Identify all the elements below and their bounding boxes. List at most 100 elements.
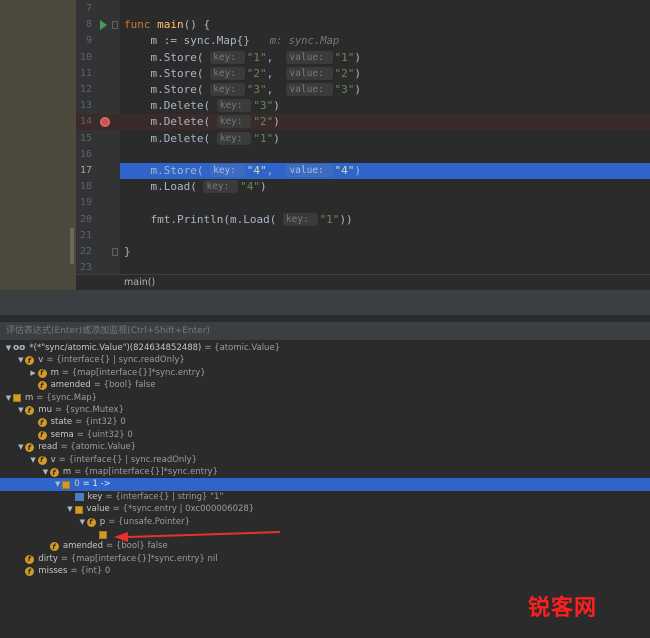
code-text: m.Store( key: "3", value: "3") xyxy=(124,82,361,98)
variable-row[interactable]: misses= {int} 0 xyxy=(0,565,650,579)
line-number[interactable]: 19 xyxy=(76,195,92,211)
param-hint: value: xyxy=(286,66,333,80)
code-line[interactable]: 18 m.Load( key: "4") xyxy=(76,179,650,195)
code-line[interactable]: 19 xyxy=(76,195,650,211)
variable-row[interactable]: ▼ read= {atomic.Value} xyxy=(0,441,650,455)
code-token: "2" xyxy=(246,66,267,80)
variable-row[interactable]: key = {interface{} | string} "1" xyxy=(0,491,650,504)
scrollbar-thumb[interactable] xyxy=(70,228,74,264)
line-number[interactable]: 8 xyxy=(76,17,92,33)
variable-value: = {int32} 0 xyxy=(75,417,126,428)
line-number[interactable]: 16 xyxy=(76,147,92,163)
variable-row[interactable]: ▼ p= {unsafe.Pointer} xyxy=(0,516,650,529)
variable-row[interactable]: ▼ m= {map[interface{}]*sync.entry} xyxy=(0,466,650,480)
line-number[interactable]: 7 xyxy=(76,1,92,17)
chevron-down-icon[interactable]: ▼ xyxy=(78,516,87,529)
variable-row[interactable]: ▶ m= {map[interface{}]*sync.entry} xyxy=(0,367,650,380)
code-text: fmt.Println(m.Load( key: "1")) xyxy=(124,212,353,228)
variable-value: = {*sync.entry | 0xc000006028} xyxy=(112,504,255,515)
variable-name: read xyxy=(38,442,58,453)
breakpoint-icon[interactable] xyxy=(100,117,110,128)
variable-value: = 1 -> xyxy=(82,479,111,490)
chevron-down-icon[interactable]: ▼ xyxy=(29,454,38,467)
field-icon xyxy=(37,417,47,430)
line-number[interactable]: 20 xyxy=(76,212,92,228)
line-number[interactable]: 10 xyxy=(76,50,92,66)
code-text: } xyxy=(124,244,131,260)
code-line[interactable]: 14 m.Delete( key: "2") xyxy=(76,114,650,131)
field-icon xyxy=(25,405,35,418)
line-number[interactable]: 18 xyxy=(76,179,92,195)
chevron-down-icon[interactable]: ▼ xyxy=(4,392,13,405)
code-line[interactable]: 21 xyxy=(76,228,650,244)
variable-row[interactable]: ▼ mu= {sync.Mutex} xyxy=(0,404,650,418)
run-icon[interactable] xyxy=(100,20,107,31)
code-token: ) xyxy=(354,50,361,64)
field-icon xyxy=(37,380,47,393)
variable-row[interactable]: ▼ oo *(*"sync/atomic.Value")(824634852488)… xyxy=(0,342,650,355)
variable-value: = {map[interface{}]*sync.entry} nil xyxy=(60,553,218,564)
field-icon xyxy=(25,355,35,368)
variable-name: m xyxy=(50,367,59,378)
line-number[interactable]: 12 xyxy=(76,82,92,98)
code-line[interactable]: 10 m.Store( key: "1", value: "1") xyxy=(76,50,650,66)
line-number[interactable]: 21 xyxy=(76,228,92,244)
variable-row[interactable]: dirty= {map[interface{}]*sync.entry} nil xyxy=(0,553,650,566)
chevron-down-icon[interactable]: ▼ xyxy=(41,466,50,479)
variable-row[interactable]: state= {int32} 0 xyxy=(0,416,650,430)
list-icon xyxy=(74,505,83,514)
code-token: "4" xyxy=(334,164,355,177)
code-text: m.Delete( key: "2") xyxy=(124,114,280,130)
line-number[interactable]: 15 xyxy=(76,131,92,147)
chevron-down-icon[interactable]: ▼ xyxy=(16,404,25,417)
field-icon xyxy=(25,442,35,455)
variable-value: = {interface{} | sync.readOnly} xyxy=(58,454,198,465)
variable-value: = {bool} false xyxy=(93,380,156,391)
chevron-down-icon[interactable]: ▼ xyxy=(16,441,25,454)
code-line[interactable]: 11 m.Store( key: "2", value: "2") xyxy=(76,66,650,82)
variable-value: = {interface{} | sync.readOnly} xyxy=(46,355,185,366)
chevron-down-icon[interactable]: ▼ xyxy=(4,342,13,355)
code-token: ) xyxy=(354,66,361,80)
code-line[interactable]: 8 func main() { xyxy=(76,17,650,33)
line-number[interactable]: 9 xyxy=(76,33,92,49)
code-line[interactable]: 22} xyxy=(76,244,650,260)
variable-row[interactable]: sema= {uint32} 0 xyxy=(0,429,650,442)
code-line[interactable]: 17 m.Store( key: "4", value: "4") xyxy=(76,163,650,179)
variable-row[interactable]: amended= {bool} false xyxy=(0,379,650,393)
line-number[interactable]: 14 xyxy=(76,114,92,130)
variable-name: m xyxy=(62,467,72,477)
code-line[interactable]: 12 m.Store( key: "3", value: "3") xyxy=(76,82,650,98)
code-editor[interactable]: 7 8 func main() {9 m := sync.Map{} m: sync… xyxy=(0,0,650,290)
variable-row[interactable]: ▼ value = {*sync.entry | 0xc000006028} xyxy=(0,503,650,516)
fold-icon[interactable] xyxy=(112,21,118,30)
code-line[interactable]: 9 m := sync.Map{} m: sync.Map xyxy=(76,33,650,49)
breadcrumb-function[interactable]: main() xyxy=(124,275,155,290)
line-number[interactable]: 22 xyxy=(76,244,92,260)
line-number[interactable]: 17 xyxy=(76,163,92,179)
variable-row[interactable]: amended= {bool} false xyxy=(0,540,650,554)
chevron-down-icon[interactable]: ▼ xyxy=(16,354,25,367)
code-line[interactable]: 16 xyxy=(76,147,650,163)
line-number[interactable]: 13 xyxy=(76,98,92,114)
variable-name: v xyxy=(50,454,56,465)
evaluate-expression-input[interactable]: 评估表达式(Enter)或添加监视(Ctrl+Shift+Enter) xyxy=(0,322,650,340)
breadcrumb[interactable]: main() xyxy=(76,274,650,290)
variable-row[interactable]: ▼ 0 = 1 -> xyxy=(0,478,650,492)
code-token: , xyxy=(266,83,287,96)
chevron-right-icon[interactable]: ▶ xyxy=(29,367,38,380)
code-line[interactable]: 7 xyxy=(76,1,650,17)
param-hint: key: xyxy=(210,164,245,177)
fold-icon[interactable] xyxy=(112,248,118,256)
variable-row[interactable]: ▼ v= {interface{} | sync.readOnly} xyxy=(0,354,650,368)
code-line[interactable]: 13 m.Delete( key: "3") xyxy=(76,98,650,114)
chevron-down-icon[interactable]: ▼ xyxy=(53,478,62,491)
code-line[interactable]: 15 m.Delete( key: "1") xyxy=(76,131,650,147)
variable-row[interactable]: ▼ m = {sync.Map} xyxy=(0,392,650,405)
chevron-down-icon[interactable]: ▼ xyxy=(66,503,75,516)
variable-row[interactable] xyxy=(0,528,650,541)
code-text: m.Delete( key: "1") xyxy=(124,131,280,147)
variable-row[interactable]: ▼ v= {interface{} | sync.readOnly} xyxy=(0,454,650,467)
code-line[interactable]: 20 fmt.Println(m.Load( key: "1")) xyxy=(76,212,650,228)
line-number[interactable]: 11 xyxy=(76,66,92,82)
